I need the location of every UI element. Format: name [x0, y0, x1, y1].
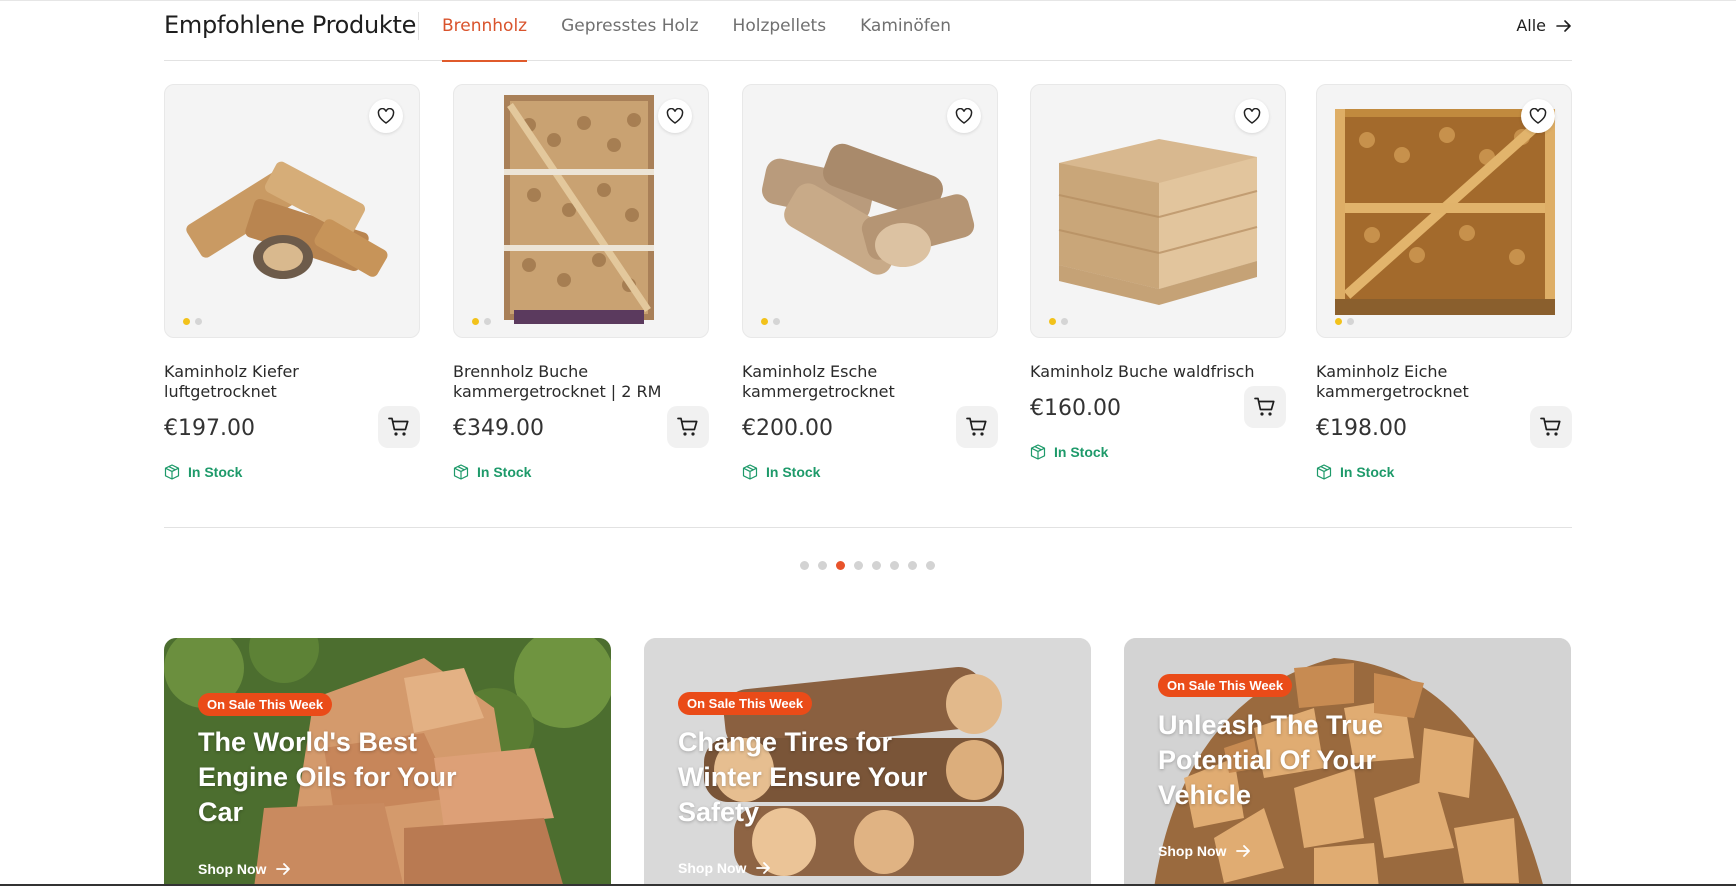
product-card[interactable]: Brennholz Buche kammergetrocknet | 2 RM …: [453, 84, 709, 480]
cart-icon: [1540, 417, 1561, 436]
heart-icon: [1529, 108, 1547, 124]
heart-icon: [1243, 108, 1261, 124]
product-card[interactable]: Kaminholz Esche kammergetrocknet €200.00…: [742, 84, 998, 480]
page-dot[interactable]: [926, 561, 935, 570]
stock-label: In Stock: [766, 464, 821, 480]
heart-icon: [955, 108, 973, 124]
tab-kaminoefen[interactable]: Kaminöfen: [860, 0, 951, 61]
product-price: €160.00: [1030, 396, 1121, 421]
product-image[interactable]: [164, 84, 420, 338]
product-card[interactable]: Kaminholz Eiche kammergetrocknet €198.00…: [1316, 84, 1572, 480]
product-name[interactable]: Kaminholz Esche kammergetrocknet: [742, 362, 972, 402]
product-name[interactable]: Kaminholz Buche waldfrisch: [1030, 362, 1260, 382]
stock-label: In Stock: [477, 464, 532, 480]
product-image[interactable]: [453, 84, 709, 338]
tab-holzpellets[interactable]: Holzpellets: [733, 0, 827, 61]
page-dot[interactable]: [890, 561, 899, 570]
package-icon: [742, 464, 758, 480]
shop-now-link[interactable]: Shop Now: [678, 860, 771, 876]
product-price: €200.00: [742, 416, 833, 441]
product-card[interactable]: Kaminholz Kiefer luftgetrocknet €197.00 …: [164, 84, 420, 480]
page-dot[interactable]: [908, 561, 917, 570]
stock-status: In Stock: [742, 464, 998, 480]
product-name[interactable]: Kaminholz Eiche kammergetrocknet: [1316, 362, 1546, 402]
product-price: €349.00: [453, 416, 544, 441]
promo-title: Change Tires for Winter Ensure Your Safe…: [678, 727, 928, 827]
product-card[interactable]: Kaminholz Buche waldfrisch €160.00 In St…: [1030, 84, 1286, 460]
shop-now-label: Shop Now: [1158, 843, 1227, 859]
stock-status: In Stock: [453, 464, 709, 480]
product-name[interactable]: Brennholz Buche kammergetrocknet | 2 RM: [453, 362, 683, 402]
heart-icon: [666, 108, 684, 124]
product-price: €197.00: [164, 416, 255, 441]
promo-title: Unleash The True Potential Of Your Vehic…: [1158, 710, 1384, 810]
package-icon: [453, 464, 469, 480]
page-dot[interactable]: [818, 561, 827, 570]
stock-label: In Stock: [1054, 444, 1109, 460]
cart-icon: [966, 417, 987, 436]
image-indicator: [761, 318, 780, 325]
wishlist-button[interactable]: [947, 99, 981, 133]
page-dot[interactable]: [872, 561, 881, 570]
image-indicator: [183, 318, 202, 325]
tab-brennholz[interactable]: Brennholz: [442, 0, 528, 62]
shop-now-link[interactable]: Shop Now: [198, 861, 291, 877]
sale-badge: On Sale This Week: [1158, 674, 1293, 697]
view-all-link[interactable]: Alle: [1516, 16, 1572, 35]
promo-banner[interactable]: On Sale This Week The World's Best Engin…: [164, 638, 611, 886]
promo-banner[interactable]: On Sale This Week Change Tires for Winte…: [644, 638, 1091, 886]
title-divider: [418, 12, 419, 40]
view-all-label: Alle: [1516, 16, 1546, 35]
page-dot-active[interactable]: [836, 561, 845, 570]
cart-icon: [388, 417, 409, 436]
wishlist-button[interactable]: [369, 99, 403, 133]
heart-icon: [377, 108, 395, 124]
package-icon: [1316, 464, 1332, 480]
wishlist-button[interactable]: [658, 99, 692, 133]
shop-now-link[interactable]: Shop Now: [1158, 843, 1251, 859]
product-name[interactable]: Kaminholz Kiefer luftgetrocknet: [164, 362, 394, 402]
add-to-cart-button[interactable]: [378, 406, 420, 448]
wishlist-button[interactable]: [1521, 99, 1555, 133]
arrow-right-icon: [1556, 19, 1571, 32]
shop-now-label: Shop Now: [678, 860, 747, 876]
image-indicator: [1049, 318, 1068, 325]
arrow-right-icon: [276, 863, 291, 875]
carousel-pagination: [800, 561, 935, 570]
wishlist-button[interactable]: [1235, 99, 1269, 133]
stock-status: In Stock: [1316, 464, 1572, 480]
section-title: Empfohlene Produkte: [164, 11, 417, 39]
product-price: €198.00: [1316, 416, 1407, 441]
add-to-cart-button[interactable]: [667, 406, 709, 448]
package-icon: [1030, 444, 1046, 460]
arrow-right-icon: [756, 862, 771, 874]
product-image[interactable]: [742, 84, 998, 338]
add-to-cart-button[interactable]: [1244, 386, 1286, 428]
tab-gepresstes-holz[interactable]: Gepresstes Holz: [561, 0, 698, 61]
stock-status: In Stock: [164, 464, 420, 480]
page-dot[interactable]: [800, 561, 809, 570]
cart-icon: [1254, 397, 1275, 416]
sale-badge: On Sale This Week: [198, 693, 333, 716]
add-to-cart-button[interactable]: [956, 406, 998, 448]
add-to-cart-button[interactable]: [1530, 406, 1572, 448]
stock-status: In Stock: [1030, 444, 1286, 460]
product-image[interactable]: [1030, 84, 1286, 338]
category-tabs: Brennholz Gepresstes Holz Holzpellets Ka…: [442, 0, 985, 62]
product-carousel: Kaminholz Kiefer luftgetrocknet €197.00 …: [164, 84, 1572, 528]
stock-label: In Stock: [1340, 464, 1395, 480]
image-indicator: [1335, 318, 1354, 325]
shop-now-label: Shop Now: [198, 861, 267, 877]
promo-title: The World's Best Engine Oils for Your Ca…: [198, 727, 457, 827]
package-icon: [164, 464, 180, 480]
featured-products-header: Empfohlene Produkte Brennholz Gepresstes…: [164, 0, 1572, 62]
promo-banner[interactable]: On Sale This Week Unleash The True Poten…: [1124, 638, 1571, 886]
stock-label: In Stock: [188, 464, 243, 480]
sale-badge: On Sale This Week: [678, 692, 813, 715]
product-image[interactable]: [1316, 84, 1572, 338]
page-dot[interactable]: [854, 561, 863, 570]
arrow-right-icon: [1236, 845, 1251, 857]
cart-icon: [677, 417, 698, 436]
image-indicator: [472, 318, 491, 325]
